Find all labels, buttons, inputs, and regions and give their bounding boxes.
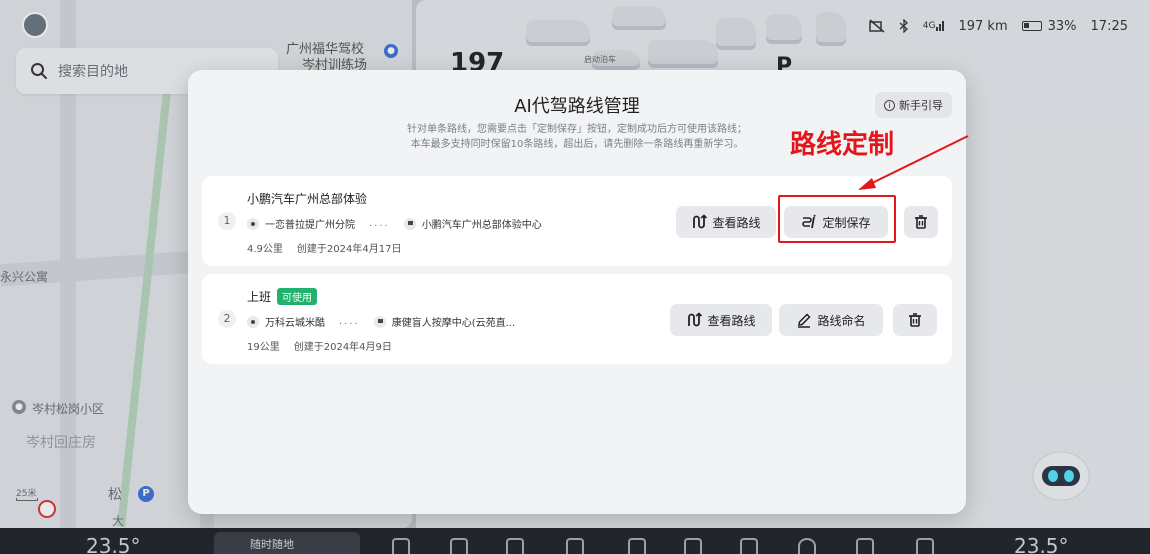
route-dots: .... <box>339 316 360 327</box>
route-icon <box>693 214 708 229</box>
route-meta: 4.9公里 创建于2024年4月17日 <box>247 240 401 255</box>
available-badge: 可使用 <box>277 288 318 305</box>
beginner-guide-label: 新手引导 <box>899 99 943 112</box>
info-icon: i <box>884 99 895 111</box>
route-name: 小鹏汽车广州总部体验 <box>247 190 367 207</box>
dialog-title: AI代驾路线管理 <box>514 96 640 117</box>
beginner-guide-button[interactable]: i 新手引导 <box>875 92 952 118</box>
route-name: 上班 可使用 <box>247 288 318 305</box>
route-distance: 4.9公里 <box>247 244 283 255</box>
start-point-icon <box>247 315 259 328</box>
annotation-arrow-icon <box>858 135 969 190</box>
route-created: 创建于2024年4月9日 <box>293 342 392 353</box>
rename-route-button[interactable]: 路线命名 <box>779 304 883 336</box>
view-route-label: 查看路线 <box>712 215 761 230</box>
route-name-text: 小鹏汽车广州总部体验 <box>247 192 368 206</box>
route-end: 小鹏汽车广州总部体验中心 <box>421 220 542 231</box>
route-created: 创建于2024年4月17日 <box>296 244 402 255</box>
route-index: 1 <box>218 212 236 230</box>
view-route-button[interactable]: 查看路线 <box>676 206 776 238</box>
view-route-label: 查看路线 <box>707 313 756 328</box>
route-end: 康健盲人按摩中心(云苑直... <box>391 318 516 329</box>
annotation-highlight-box <box>778 195 896 243</box>
trash-icon <box>909 313 921 327</box>
route-start: 万科云城米酷 <box>265 318 325 329</box>
pen-icon <box>798 313 812 328</box>
route-dots: .... <box>369 218 390 229</box>
end-flag-icon <box>403 217 416 230</box>
delete-route-button[interactable] <box>893 304 937 336</box>
end-flag-icon <box>373 315 386 328</box>
route-path: 万科云城米酷 .... 康健盲人按摩中心(云苑直... <box>247 314 515 329</box>
route-meta: 19公里 创建于2024年4月9日 <box>247 338 392 353</box>
route-name-text: 上班 <box>247 290 272 304</box>
route-distance: 19公里 <box>247 342 280 353</box>
rename-route-label: 路线命名 <box>817 313 866 328</box>
trash-icon <box>915 215 927 229</box>
delete-route-button[interactable] <box>904 206 938 238</box>
route-path: 一恋普拉提广州分院 .... 小鹏汽车广州总部体验中心 <box>247 216 542 231</box>
route-icon <box>688 312 703 327</box>
route-start: 一恋普拉提广州分院 <box>265 220 355 231</box>
view-route-button[interactable]: 查看路线 <box>670 304 772 336</box>
route-card: 2 上班 可使用 万科云城米酷 .... 康健盲人按摩中心(云苑直... 19公… <box>202 274 952 364</box>
start-point-icon <box>247 217 259 230</box>
route-index: 2 <box>218 310 236 328</box>
